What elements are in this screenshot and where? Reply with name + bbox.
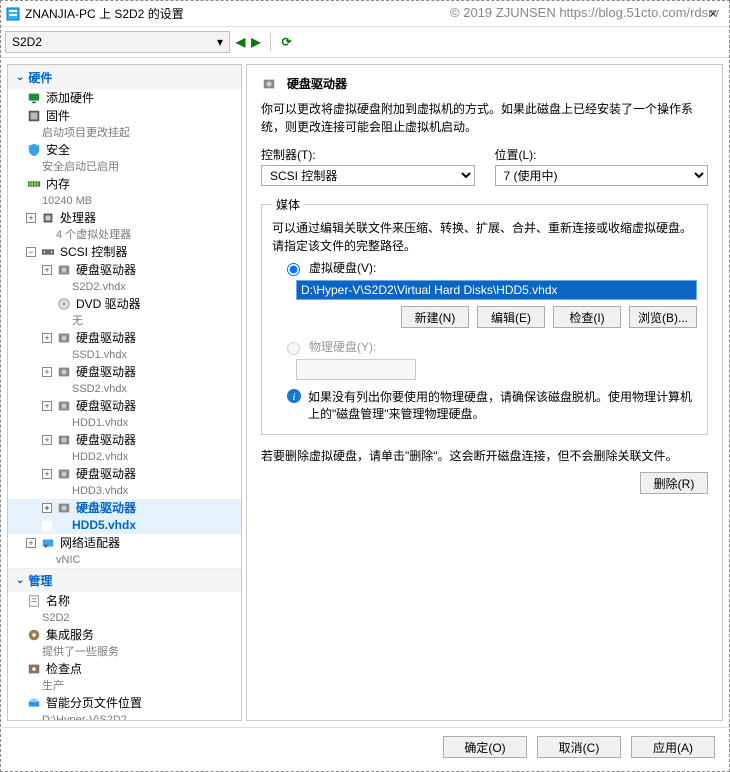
hardware-section-header[interactable]: ⌄ 硬件 (8, 65, 241, 89)
hdd-icon (56, 500, 72, 516)
toolbar: S2D2 ▾ ◀ ▶ ⟳ (1, 27, 729, 57)
cpu-item[interactable]: + 处理器 (8, 209, 241, 227)
physical-disk-select (296, 359, 416, 380)
virtual-disk-radio[interactable] (287, 263, 300, 276)
scsi-controller-item[interactable]: − SCSI 控制器 (8, 243, 241, 261)
physical-disk-radio-row: 物理硬盘(Y): (282, 338, 697, 355)
cpu-sub: 4 个虚拟处理器 (8, 227, 241, 243)
expander-icon[interactable]: + (42, 469, 52, 479)
scsi-icon (40, 244, 56, 260)
hdd-icon (261, 76, 277, 92)
nic-item[interactable]: +网络适配器 (8, 534, 241, 552)
panel-heading: 硬盘驱动器 (261, 75, 708, 92)
media-fieldset: 媒体 可以通过编辑关联文件来压缩、转换、扩展、合并、重新连接或收缩虚拟硬盘。请指… (261, 196, 708, 435)
expander-icon[interactable]: + (42, 401, 52, 411)
hdd-icon (56, 466, 72, 482)
prev-vm-button[interactable]: ◀ (236, 35, 245, 49)
integration-icon (26, 627, 42, 643)
firmware-item[interactable]: 固件 (8, 107, 241, 125)
controller-label: 控制器(T): (261, 146, 475, 163)
dialog-footer: 确定(O) 取消(C) 应用(A) (1, 727, 729, 769)
details-panel: 硬盘驱动器 你可以更改将虚拟硬盘附加到虚拟机的方式。如果此磁盘上已经安装了一个操… (246, 64, 723, 721)
shield-icon (26, 142, 42, 158)
hdd-item[interactable]: +硬盘驱动器 (8, 465, 241, 483)
media-legend: 媒体 (272, 196, 304, 213)
smartpaging-item[interactable]: 智能分页文件位置 (8, 694, 241, 712)
new-button[interactable]: 新建(N) (401, 306, 469, 328)
expander-icon[interactable]: + (26, 538, 36, 548)
cpu-icon (40, 210, 56, 226)
checkpoint-item[interactable]: 检查点 (8, 660, 241, 678)
ok-button[interactable]: 确定(O) (443, 736, 527, 758)
vm-selector-dropdown[interactable]: S2D2 ▾ (5, 31, 230, 53)
memory-sub: 10240 MB (8, 193, 241, 209)
nic-icon (40, 535, 56, 551)
settings-tree: ⌄ 硬件 添加硬件 固件 启动项目更改挂起 安全 安全启动已启用 内存 1024… (7, 64, 242, 721)
hdd-item[interactable]: +硬盘驱动器 (8, 431, 241, 449)
expander-icon[interactable]: + (42, 333, 52, 343)
expander-icon[interactable]: − (26, 247, 36, 257)
vm-selector-value: S2D2 (12, 35, 42, 49)
media-description: 可以通过编辑关联文件来压缩、转换、扩展、合并、重新连接或收缩虚拟硬盘。请指定该文… (272, 219, 697, 255)
hdd-icon (56, 330, 72, 346)
hdd-icon (56, 398, 72, 414)
refresh-button[interactable]: ⟳ (281, 35, 291, 49)
security-sub: 安全启动已启用 (8, 159, 241, 175)
edit-button[interactable]: 编辑(E) (477, 306, 545, 328)
chevron-down-icon: ⌄ (16, 72, 24, 83)
add-hardware-icon (26, 90, 42, 106)
name-item[interactable]: 名称 (8, 592, 241, 610)
chevron-down-icon: ⌄ (16, 575, 24, 586)
controller-select[interactable]: SCSI 控制器 (261, 165, 475, 186)
expander-icon[interactable]: + (42, 435, 52, 445)
browse-button[interactable]: 浏览(B)... (629, 306, 697, 328)
expander-icon[interactable]: + (42, 367, 52, 377)
hardware-section-label: 硬件 (28, 69, 52, 86)
location-label: 位置(L): (495, 146, 709, 163)
virtual-disk-radio-row[interactable]: 虚拟硬盘(V): (282, 259, 697, 276)
name-icon (26, 593, 42, 609)
svg-text:i: i (292, 391, 295, 403)
expander-icon[interactable]: + (26, 213, 36, 223)
checkpoint-icon (26, 661, 42, 677)
integration-item[interactable]: 集成服务 (8, 626, 241, 644)
chevron-down-icon: ▾ (217, 35, 223, 49)
expander-icon[interactable]: + (42, 265, 52, 275)
hdd-item[interactable]: +硬盘驱动器 (8, 363, 241, 381)
management-section-header[interactable]: ⌄ 管理 (8, 568, 241, 592)
hdd-icon (56, 262, 72, 278)
memory-item[interactable]: 内存 (8, 175, 241, 193)
firmware-icon (26, 108, 42, 124)
expander-icon[interactable]: + (42, 503, 52, 513)
watermark-text: © 2019 ZJUNSEN https://blog.51cto.com/rd… (450, 5, 719, 20)
management-section-label: 管理 (28, 572, 52, 589)
add-hardware-item[interactable]: 添加硬件 (8, 89, 241, 107)
paging-icon (26, 695, 42, 711)
toolbar-separator (270, 33, 271, 51)
panel-description: 你可以更改将虚拟硬盘附加到虚拟机的方式。如果此磁盘上已经安装了一个操作系统，则更… (261, 100, 708, 136)
inspect-button[interactable]: 检查(I) (553, 306, 621, 328)
cancel-button[interactable]: 取消(C) (537, 736, 621, 758)
hdd-item[interactable]: +硬盘驱动器 (8, 261, 241, 279)
dvd-icon (56, 296, 72, 312)
location-select[interactable]: 7 (使用中) (495, 165, 709, 186)
remove-description: 若要删除虚拟硬盘，请单击"删除"。这会断开磁盘连接，但不会删除关联文件。 (261, 447, 708, 466)
settings-icon (5, 6, 21, 22)
hdd-item[interactable]: +硬盘驱动器 (8, 329, 241, 347)
next-vm-button[interactable]: ▶ (251, 35, 260, 49)
apply-button[interactable]: 应用(A) (631, 736, 715, 758)
remove-button[interactable]: 删除(R) (640, 472, 708, 494)
security-item[interactable]: 安全 (8, 141, 241, 159)
hdd-icon (56, 432, 72, 448)
vhd-path-input[interactable] (296, 280, 697, 300)
physical-disk-radio (287, 342, 300, 355)
memory-icon (26, 176, 42, 192)
firmware-sub: 启动项目更改挂起 (8, 125, 241, 141)
dvd-item[interactable]: DVD 驱动器 (8, 295, 241, 313)
hdd-item-selected[interactable]: +硬盘驱动器 (8, 499, 241, 517)
hdd-item[interactable]: +硬盘驱动器 (8, 397, 241, 415)
info-icon: i (286, 388, 302, 404)
hdd-icon (56, 364, 72, 380)
info-message: i 如果没有列出你要使用的物理硬盘，请确保该磁盘脱机。使用物理计算机上的"磁盘管… (286, 388, 697, 422)
